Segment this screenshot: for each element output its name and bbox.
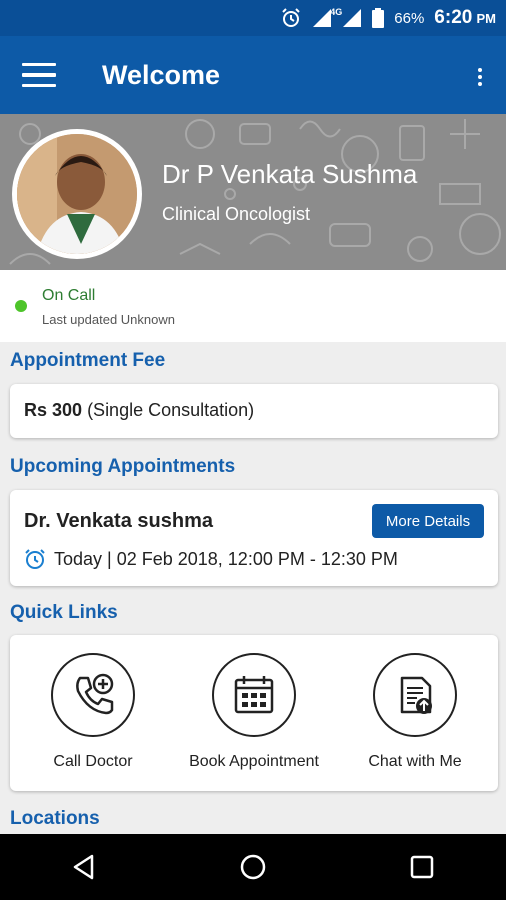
- appointment-card[interactable]: Dr. Venkata sushma More Details Today | …: [10, 490, 498, 586]
- doctor-avatar: [12, 129, 142, 259]
- appointment-doctor: Dr. Venkata sushma: [24, 510, 213, 532]
- system-nav-bar: [0, 834, 506, 900]
- battery-icon: [372, 8, 385, 28]
- quick-link-label: Book Appointment: [189, 753, 319, 770]
- fee-line: Rs 300 (Single Consultation): [24, 400, 254, 421]
- appointment-time-row: Today | 02 Feb 2018, 12:00 PM - 12:30 PM: [24, 548, 398, 570]
- call-doctor-icon-circle: [51, 653, 135, 737]
- phone-plus-icon: [76, 673, 114, 715]
- battery-percent: 66%: [394, 9, 425, 27]
- document-upload-icon: [400, 676, 432, 714]
- quick-link-chat-with-me[interactable]: Chat with Me: [340, 653, 490, 771]
- doctor-specialty: Clinical Oncologist: [162, 204, 311, 224]
- more-options-icon[interactable]: [478, 68, 482, 86]
- quick-link-label: Call Doctor: [53, 753, 133, 770]
- clock: 6:20 PM: [434, 7, 496, 29]
- more-details-button[interactable]: More Details: [372, 504, 484, 538]
- fee-note: (Single Consultation): [87, 400, 255, 420]
- clock-ampm: PM: [476, 11, 497, 26]
- status-dot-icon: [15, 300, 27, 312]
- clock-time: 6:20: [434, 7, 473, 28]
- hamburger-icon-line: [22, 62, 56, 67]
- section-title-quick-links: Quick Links: [10, 602, 118, 623]
- hamburger-icon-line: [22, 83, 56, 88]
- chat-with-me-icon-circle: [373, 653, 457, 737]
- section-title-fee: Appointment Fee: [10, 350, 166, 371]
- calendar-icon: [234, 676, 274, 714]
- quick-link-book-appointment[interactable]: Book Appointment: [179, 653, 329, 771]
- home-circle-icon: [240, 854, 266, 880]
- back-triangle-icon: [74, 854, 94, 880]
- section-title-appointments: Upcoming Appointments: [10, 456, 236, 477]
- status-bar: 4G 66% 6:20 PM: [0, 0, 506, 36]
- back-button[interactable]: [54, 842, 114, 892]
- fee-card: Rs 300 (Single Consultation): [10, 384, 498, 438]
- section-title-locations: Locations: [10, 808, 100, 829]
- signal-icon: [313, 9, 332, 27]
- alarm-icon: [282, 8, 300, 27]
- alarm-clock-icon: [25, 549, 45, 569]
- app-bar: Welcome: [0, 36, 506, 114]
- profile-header: Dr P Venkata Sushma Clinical Oncologist: [0, 114, 506, 270]
- book-appointment-icon-circle: [212, 653, 296, 737]
- menu-button[interactable]: [12, 45, 72, 105]
- quick-link-call-doctor[interactable]: Call Doctor: [18, 653, 168, 771]
- doctor-photo: [17, 134, 137, 254]
- doctor-name: Dr P Venkata Sushma: [162, 159, 418, 189]
- quick-links-card: Call Doctor Book Appointment Chat with M…: [10, 635, 498, 791]
- appointment-time: Today | 02 Feb 2018, 12:00 PM - 12:30 PM: [54, 548, 398, 569]
- signal-icon-2: [343, 9, 362, 27]
- quick-link-label: Chat with Me: [368, 753, 462, 770]
- hamburger-icon-line: [22, 73, 56, 77]
- availability-status: On Call: [42, 287, 96, 304]
- fee-amount: Rs 300: [24, 400, 83, 420]
- recents-button[interactable]: [392, 842, 452, 892]
- home-button[interactable]: [223, 842, 283, 892]
- page-title: Welcome: [102, 59, 221, 90]
- network-type: 4G: [330, 7, 343, 17]
- availability-panel: On Call Last updated Unknown: [0, 270, 506, 342]
- last-updated-text: Last updated Unknown: [42, 312, 175, 327]
- recents-square-icon: [410, 855, 433, 879]
